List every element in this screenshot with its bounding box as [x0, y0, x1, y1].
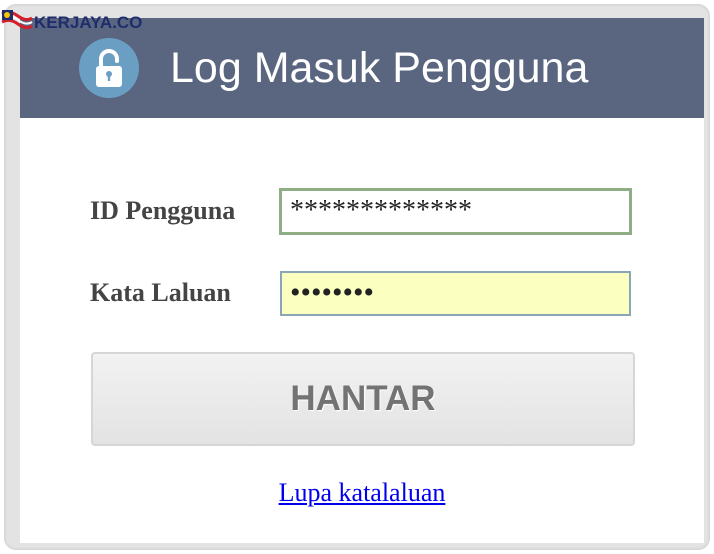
login-card: Log Masuk Pengguna ID Pengguna *********… [20, 18, 704, 543]
password-input[interactable]: •••••••• [280, 271, 631, 316]
lock-icon [79, 38, 139, 98]
submit-button[interactable]: HANTAR [91, 352, 635, 446]
page-title: Log Masuk Pengguna [170, 44, 589, 92]
brand-logo-icon [1, 10, 33, 30]
forgot-password-link-text[interactable]: Lupa katalaluan [279, 478, 446, 507]
login-frame: Log Masuk Pengguna ID Pengguna *********… [4, 4, 710, 550]
forgot-password-link[interactable]: Lupa katalaluan [20, 477, 704, 509]
user-id-input[interactable]: ************* [279, 188, 632, 235]
user-id-label: ID Pengguna [90, 196, 236, 225]
password-label: Kata Laluan [90, 278, 231, 307]
brand-name: KERJAYA.CO [34, 13, 143, 32]
